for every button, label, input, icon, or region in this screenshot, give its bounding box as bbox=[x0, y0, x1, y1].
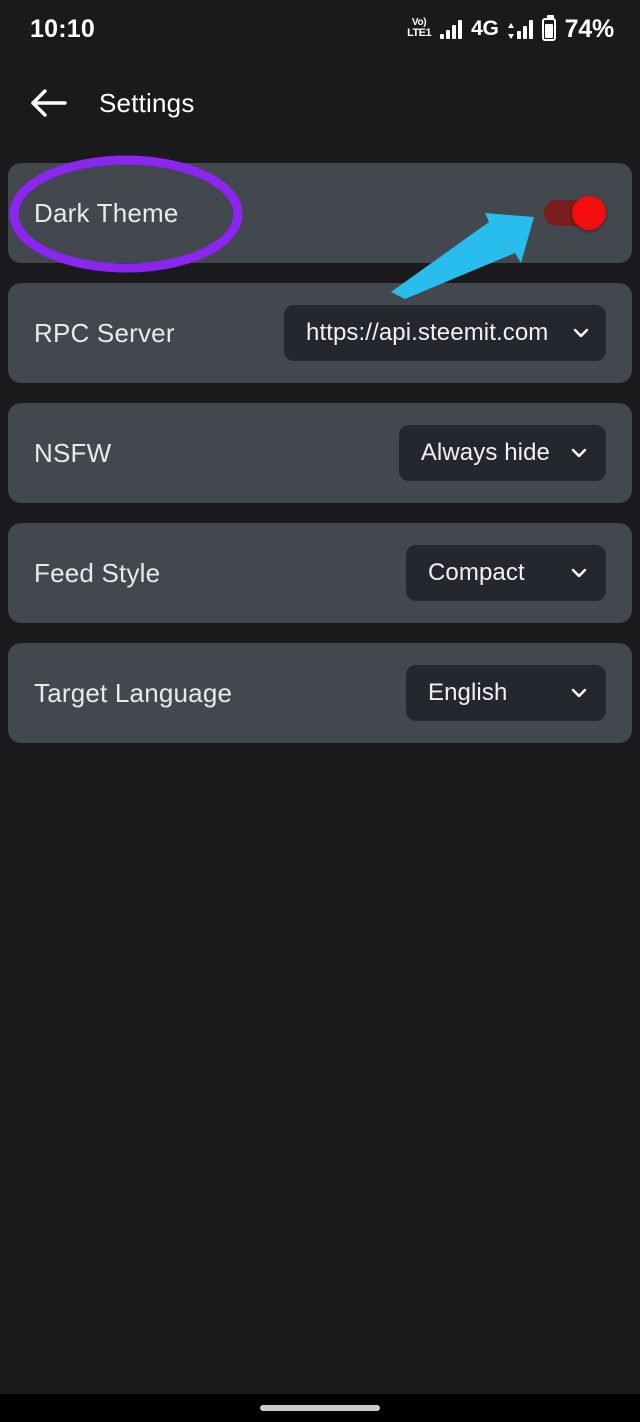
settings-list: Dark Theme RPC Server https://api.steemi… bbox=[0, 163, 640, 743]
home-gesture-pill[interactable] bbox=[260, 1405, 380, 1411]
rpc-server-dropdown[interactable]: https://api.steemit.com bbox=[284, 305, 606, 361]
nsfw-value: Always hide bbox=[420, 439, 550, 466]
data-transfer-arrows-icon bbox=[507, 23, 514, 39]
target-language-value: English bbox=[428, 679, 508, 706]
setting-row-rpc-server[interactable]: RPC Server https://api.steemit.com bbox=[8, 283, 632, 383]
rpc-server-value: https://api.steemit.com bbox=[306, 319, 549, 346]
setting-label-nsfw: NSFW bbox=[34, 437, 112, 468]
chevron-down-icon bbox=[568, 562, 590, 584]
setting-label-rpc-server: RPC Server bbox=[34, 317, 175, 348]
setting-row-target-language[interactable]: Target Language English bbox=[8, 643, 632, 743]
chevron-down-icon bbox=[568, 442, 590, 464]
signal-bars-icon bbox=[440, 19, 463, 39]
chevron-down-icon bbox=[570, 322, 592, 344]
signal-bars-data-icon bbox=[507, 19, 533, 39]
back-button[interactable] bbox=[12, 67, 84, 139]
network-type-label: 4G bbox=[471, 17, 499, 40]
setting-row-feed-style[interactable]: Feed Style Compact bbox=[8, 523, 632, 623]
setting-row-dark-theme[interactable]: Dark Theme bbox=[8, 163, 632, 263]
target-language-dropdown[interactable]: English bbox=[406, 665, 606, 721]
nsfw-dropdown[interactable]: Always hide bbox=[398, 425, 606, 481]
chevron-down-icon bbox=[568, 682, 590, 704]
status-icon-group: Vo) LTE1 4G 74% bbox=[407, 14, 615, 44]
system-gesture-bar bbox=[0, 1394, 640, 1422]
dark-theme-toggle[interactable] bbox=[544, 196, 606, 230]
status-bar: 10:10 Vo) LTE1 4G 74% bbox=[0, 0, 640, 58]
setting-row-nsfw[interactable]: NSFW Always hide bbox=[8, 403, 632, 503]
page-title: Settings bbox=[99, 87, 195, 118]
feed-style-value: Compact bbox=[428, 559, 525, 586]
battery-icon bbox=[541, 14, 556, 41]
setting-label-dark-theme: Dark Theme bbox=[34, 197, 179, 228]
app-bar: Settings bbox=[0, 58, 640, 148]
toggle-thumb bbox=[572, 196, 606, 230]
volte-icon: Vo) LTE1 bbox=[407, 17, 432, 39]
feed-style-dropdown[interactable]: Compact bbox=[406, 545, 606, 601]
battery-percent-label: 74% bbox=[564, 14, 615, 43]
setting-label-feed-style: Feed Style bbox=[34, 557, 161, 588]
phone-screen: 10:10 Vo) LTE1 4G 74% Settings Dark Them… bbox=[0, 0, 640, 1422]
back-arrow-icon bbox=[31, 89, 67, 117]
setting-label-target-language: Target Language bbox=[34, 677, 233, 708]
volte-icon-bottom: LTE1 bbox=[407, 26, 432, 39]
status-clock: 10:10 bbox=[30, 14, 95, 43]
